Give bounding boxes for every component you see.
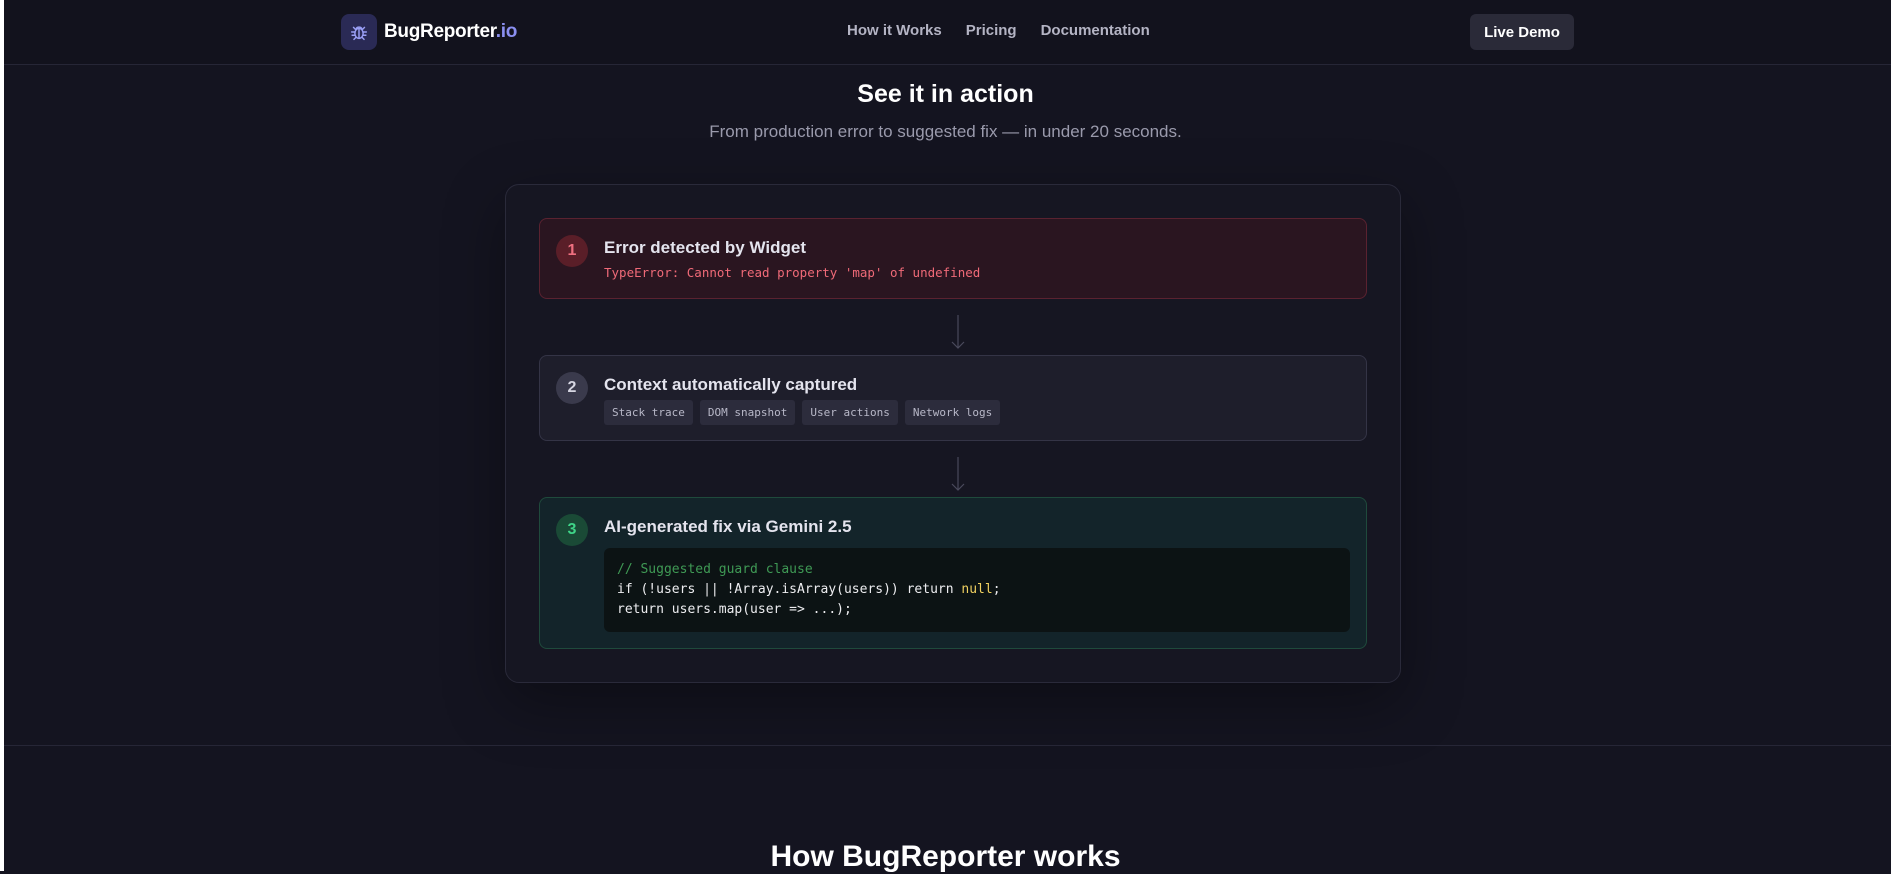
step-number-badge: 1 <box>556 235 588 267</box>
arrow-down-icon <box>951 315 965 349</box>
demo-panel: 1 Error detected by Widget TypeError: Ca… <box>505 184 1401 683</box>
step-context-captured: 2 Context automatically captured Stack t… <box>539 355 1367 441</box>
step-title: Context automatically captured <box>604 375 858 394</box>
logo-suffix: .io <box>495 21 518 42</box>
section-subtitle: From production error to suggested fix —… <box>709 122 1182 141</box>
logo-text: BugReporter.io <box>384 21 517 43</box>
logo[interactable]: BugReporter.io <box>341 14 517 50</box>
nav-documentation[interactable]: Documentation <box>1041 22 1150 39</box>
next-section-title: How BugReporter works <box>770 840 1121 873</box>
main-nav: How it Works Pricing Documentation <box>847 22 1150 39</box>
code-null-keyword: null <box>961 582 993 597</box>
step-error-detected: 1 Error detected by Widget TypeError: Ca… <box>539 218 1367 299</box>
code-line: if (!users || !Array.isArray(users)) ret… <box>617 580 1337 600</box>
tag-user-actions: User actions <box>802 400 898 425</box>
step-ai-fix: 3 AI-generated fix via Gemini 2.5 // Sug… <box>539 497 1367 649</box>
top-navbar: BugReporter.io How it Works Pricing Docu… <box>4 0 1891 65</box>
arrow-down-icon <box>951 457 965 491</box>
tag-dom-snapshot: DOM snapshot <box>699 400 796 425</box>
tag-network-logs: Network logs <box>904 400 1001 425</box>
step-title: AI-generated fix via Gemini 2.5 <box>604 517 852 536</box>
code-text: if (!users || !Array.isArray(users)) ret… <box>617 582 962 597</box>
logo-name: BugReporter <box>384 21 496 42</box>
step-title: Error detected by Widget <box>604 238 806 257</box>
tag-stack-trace: Stack trace <box>604 400 693 425</box>
code-block: // Suggested guard clause if (!users || … <box>604 548 1350 632</box>
live-demo-button[interactable]: Live Demo <box>1470 14 1574 50</box>
bug-icon <box>341 14 377 50</box>
context-tags: Stack trace DOM snapshot User actions Ne… <box>604 400 1001 425</box>
error-message: TypeError: Cannot read property 'map' of… <box>604 265 981 280</box>
code-line: return users.map(user => ...); <box>617 602 852 617</box>
nav-how-it-works[interactable]: How it Works <box>847 22 942 39</box>
code-comment: // Suggested guard clause <box>617 562 813 577</box>
nav-pricing[interactable]: Pricing <box>966 22 1017 39</box>
step-number-badge: 2 <box>556 372 588 404</box>
section-divider <box>4 745 1891 746</box>
step-number-badge: 3 <box>556 514 588 546</box>
section-title: See it in action <box>857 80 1034 108</box>
code-text: ; <box>992 582 1001 597</box>
